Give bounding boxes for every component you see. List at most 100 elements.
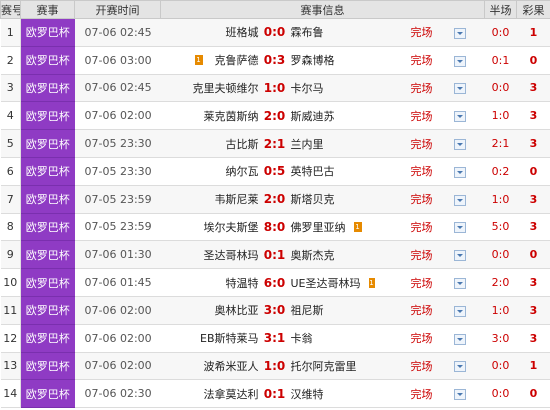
home-team-name[interactable]: 圣达哥林玛 xyxy=(204,247,259,263)
dropdown-arrow-icon[interactable] xyxy=(454,389,466,401)
away-team[interactable]: 佛罗里亚纳 1 xyxy=(291,219,375,235)
away-team[interactable]: UE圣达哥林玛 1 xyxy=(291,275,375,291)
full-time-score[interactable]: 3:0 xyxy=(259,303,291,317)
away-team[interactable]: 祖尼斯 xyxy=(291,302,375,318)
full-time-score[interactable]: 0:1 xyxy=(259,387,291,401)
away-team[interactable]: 托尔阿克雷里 xyxy=(291,358,375,374)
league-cell[interactable]: 欧罗巴杯 xyxy=(20,213,75,242)
half-time-score: 2:1 xyxy=(484,129,517,158)
home-team-name[interactable]: 纳尔瓦 xyxy=(226,163,259,179)
league-cell[interactable]: 欧罗巴杯 xyxy=(20,240,75,270)
away-team-name[interactable]: 奥斯杰克 xyxy=(291,247,335,263)
dropdown-arrow-icon[interactable] xyxy=(454,333,466,345)
away-team-name[interactable]: 祖尼斯 xyxy=(291,302,324,318)
dropdown-arrow-icon[interactable] xyxy=(454,305,466,317)
away-team[interactable]: 兰内里 xyxy=(291,136,375,152)
away-team[interactable]: 英特巴古 xyxy=(291,163,375,179)
away-team-name[interactable]: 斯塔贝克 xyxy=(291,191,335,207)
league-cell[interactable]: 欧罗巴杯 xyxy=(20,268,75,297)
away-team-name[interactable]: 佛罗里亚纳 xyxy=(291,219,346,235)
away-team[interactable]: 斯塔贝克 xyxy=(291,191,375,207)
league-cell[interactable]: 欧罗巴杯 xyxy=(20,296,75,325)
dropdown-arrow-icon[interactable] xyxy=(454,27,466,39)
full-time-score[interactable]: 2:1 xyxy=(259,137,291,151)
dropdown-arrow-icon[interactable] xyxy=(454,361,466,373)
full-time-score[interactable]: 6:0 xyxy=(259,276,291,290)
league-cell[interactable]: 欧罗巴杯 xyxy=(20,185,75,214)
dropdown-arrow-icon[interactable] xyxy=(454,278,466,290)
league-cell[interactable]: 欧罗巴杯 xyxy=(20,129,75,158)
full-time-score[interactable]: 2:0 xyxy=(259,192,291,206)
full-time-score[interactable]: 1:0 xyxy=(259,359,291,373)
home-team[interactable]: 圣达哥林玛 xyxy=(183,247,259,263)
league-cell[interactable]: 欧罗巴杯 xyxy=(20,379,75,409)
home-team[interactable]: EB斯特莱马 xyxy=(183,330,259,346)
home-team[interactable]: 古比斯 xyxy=(183,136,259,152)
home-team[interactable]: 纳尔瓦 xyxy=(183,163,259,179)
home-team[interactable]: 奥林比亚 xyxy=(183,302,259,318)
away-team-name[interactable]: 英特巴古 xyxy=(291,163,335,179)
league-cell[interactable]: 欧罗巴杯 xyxy=(20,46,75,75)
away-team-name[interactable]: 汉维特 xyxy=(291,386,324,402)
home-team-name[interactable]: 古比斯 xyxy=(226,136,259,152)
away-team-name[interactable]: 兰内里 xyxy=(291,136,324,152)
full-time-score[interactable]: 0:5 xyxy=(259,164,291,178)
home-team-name[interactable]: 法拿莫达利 xyxy=(204,386,259,402)
kickoff-time: 07-06 02:45 xyxy=(74,74,161,103)
away-team[interactable]: 卡尔马 xyxy=(291,80,375,96)
away-team[interactable]: 霖布鲁 xyxy=(291,24,375,40)
away-team[interactable]: 卡翁 xyxy=(291,330,375,346)
away-team-name[interactable]: 斯威迪苏 xyxy=(291,108,335,124)
home-team-name[interactable]: 克里夫顿维尔 xyxy=(193,80,259,96)
league-cell[interactable]: 欧罗巴杯 xyxy=(20,74,75,103)
dropdown-arrow-icon[interactable] xyxy=(454,250,466,262)
away-team-name[interactable]: 卡翁 xyxy=(291,330,313,346)
dropdown-arrow-icon[interactable] xyxy=(454,55,466,67)
dropdown-arrow-icon[interactable] xyxy=(454,222,466,234)
away-team-name[interactable]: 霖布鲁 xyxy=(291,24,324,40)
home-team-name[interactable]: 特温特 xyxy=(226,275,259,291)
full-time-score[interactable]: 3:1 xyxy=(259,331,291,345)
home-team[interactable]: 埃尔夫斯堡 xyxy=(183,219,259,235)
away-team-name[interactable]: 卡尔马 xyxy=(291,80,324,96)
full-time-score[interactable]: 2:0 xyxy=(259,109,291,123)
home-team[interactable]: 韦斯尼莱 xyxy=(183,191,259,207)
home-team[interactable]: 莱克茵斯纳 xyxy=(183,108,259,124)
home-team-name[interactable]: 奥林比亚 xyxy=(215,302,259,318)
league-cell[interactable]: 欧罗巴杯 xyxy=(20,157,75,186)
home-team[interactable]: 法拿莫达利 xyxy=(183,386,259,402)
dropdown-arrow-icon[interactable] xyxy=(454,83,466,95)
away-team-name[interactable]: 托尔阿克雷里 xyxy=(291,358,357,374)
away-team[interactable]: 汉维特 xyxy=(291,386,375,402)
dropdown-arrow-icon[interactable] xyxy=(454,111,466,123)
league-cell[interactable]: 欧罗巴杯 xyxy=(20,352,75,381)
full-time-score[interactable]: 1:0 xyxy=(259,81,291,95)
away-team-name[interactable]: 罗森博格 xyxy=(291,52,335,68)
away-team[interactable]: 奥斯杰克 xyxy=(291,247,375,263)
full-time-score[interactable]: 0:3 xyxy=(259,53,291,67)
home-team[interactable]: 克里夫顿维尔 xyxy=(183,80,259,96)
home-team[interactable]: 1 克鲁萨德 xyxy=(183,52,259,68)
home-team-name[interactable]: 莱克茵斯纳 xyxy=(204,108,259,124)
league-cell[interactable]: 欧罗巴杯 xyxy=(20,18,75,47)
league-cell[interactable]: 欧罗巴杯 xyxy=(20,101,75,131)
home-team-name[interactable]: 埃尔夫斯堡 xyxy=(204,219,259,235)
home-team-name[interactable]: EB斯特莱马 xyxy=(200,330,259,346)
away-team-name[interactable]: UE圣达哥林玛 xyxy=(291,275,361,291)
dropdown-arrow-icon[interactable] xyxy=(454,194,466,206)
home-team-name[interactable]: 波希米亚人 xyxy=(204,358,259,374)
home-team-name[interactable]: 韦斯尼莱 xyxy=(215,191,259,207)
full-time-score[interactable]: 8:0 xyxy=(259,220,291,234)
home-team[interactable]: 特温特 xyxy=(183,275,259,291)
home-team[interactable]: 波希米亚人 xyxy=(183,358,259,374)
home-team-name[interactable]: 克鲁萨德 xyxy=(215,52,259,68)
full-time-score[interactable]: 0:0 xyxy=(259,25,291,39)
dropdown-arrow-icon[interactable] xyxy=(454,166,466,178)
full-time-score[interactable]: 0:1 xyxy=(259,248,291,262)
away-team[interactable]: 罗森博格 xyxy=(291,52,375,68)
dropdown-arrow-icon[interactable] xyxy=(454,139,466,151)
home-team-name[interactable]: 班格城 xyxy=(226,24,259,40)
away-team[interactable]: 斯威迪苏 xyxy=(291,108,375,124)
home-team[interactable]: 班格城 xyxy=(183,24,259,40)
league-cell[interactable]: 欧罗巴杯 xyxy=(20,324,75,353)
